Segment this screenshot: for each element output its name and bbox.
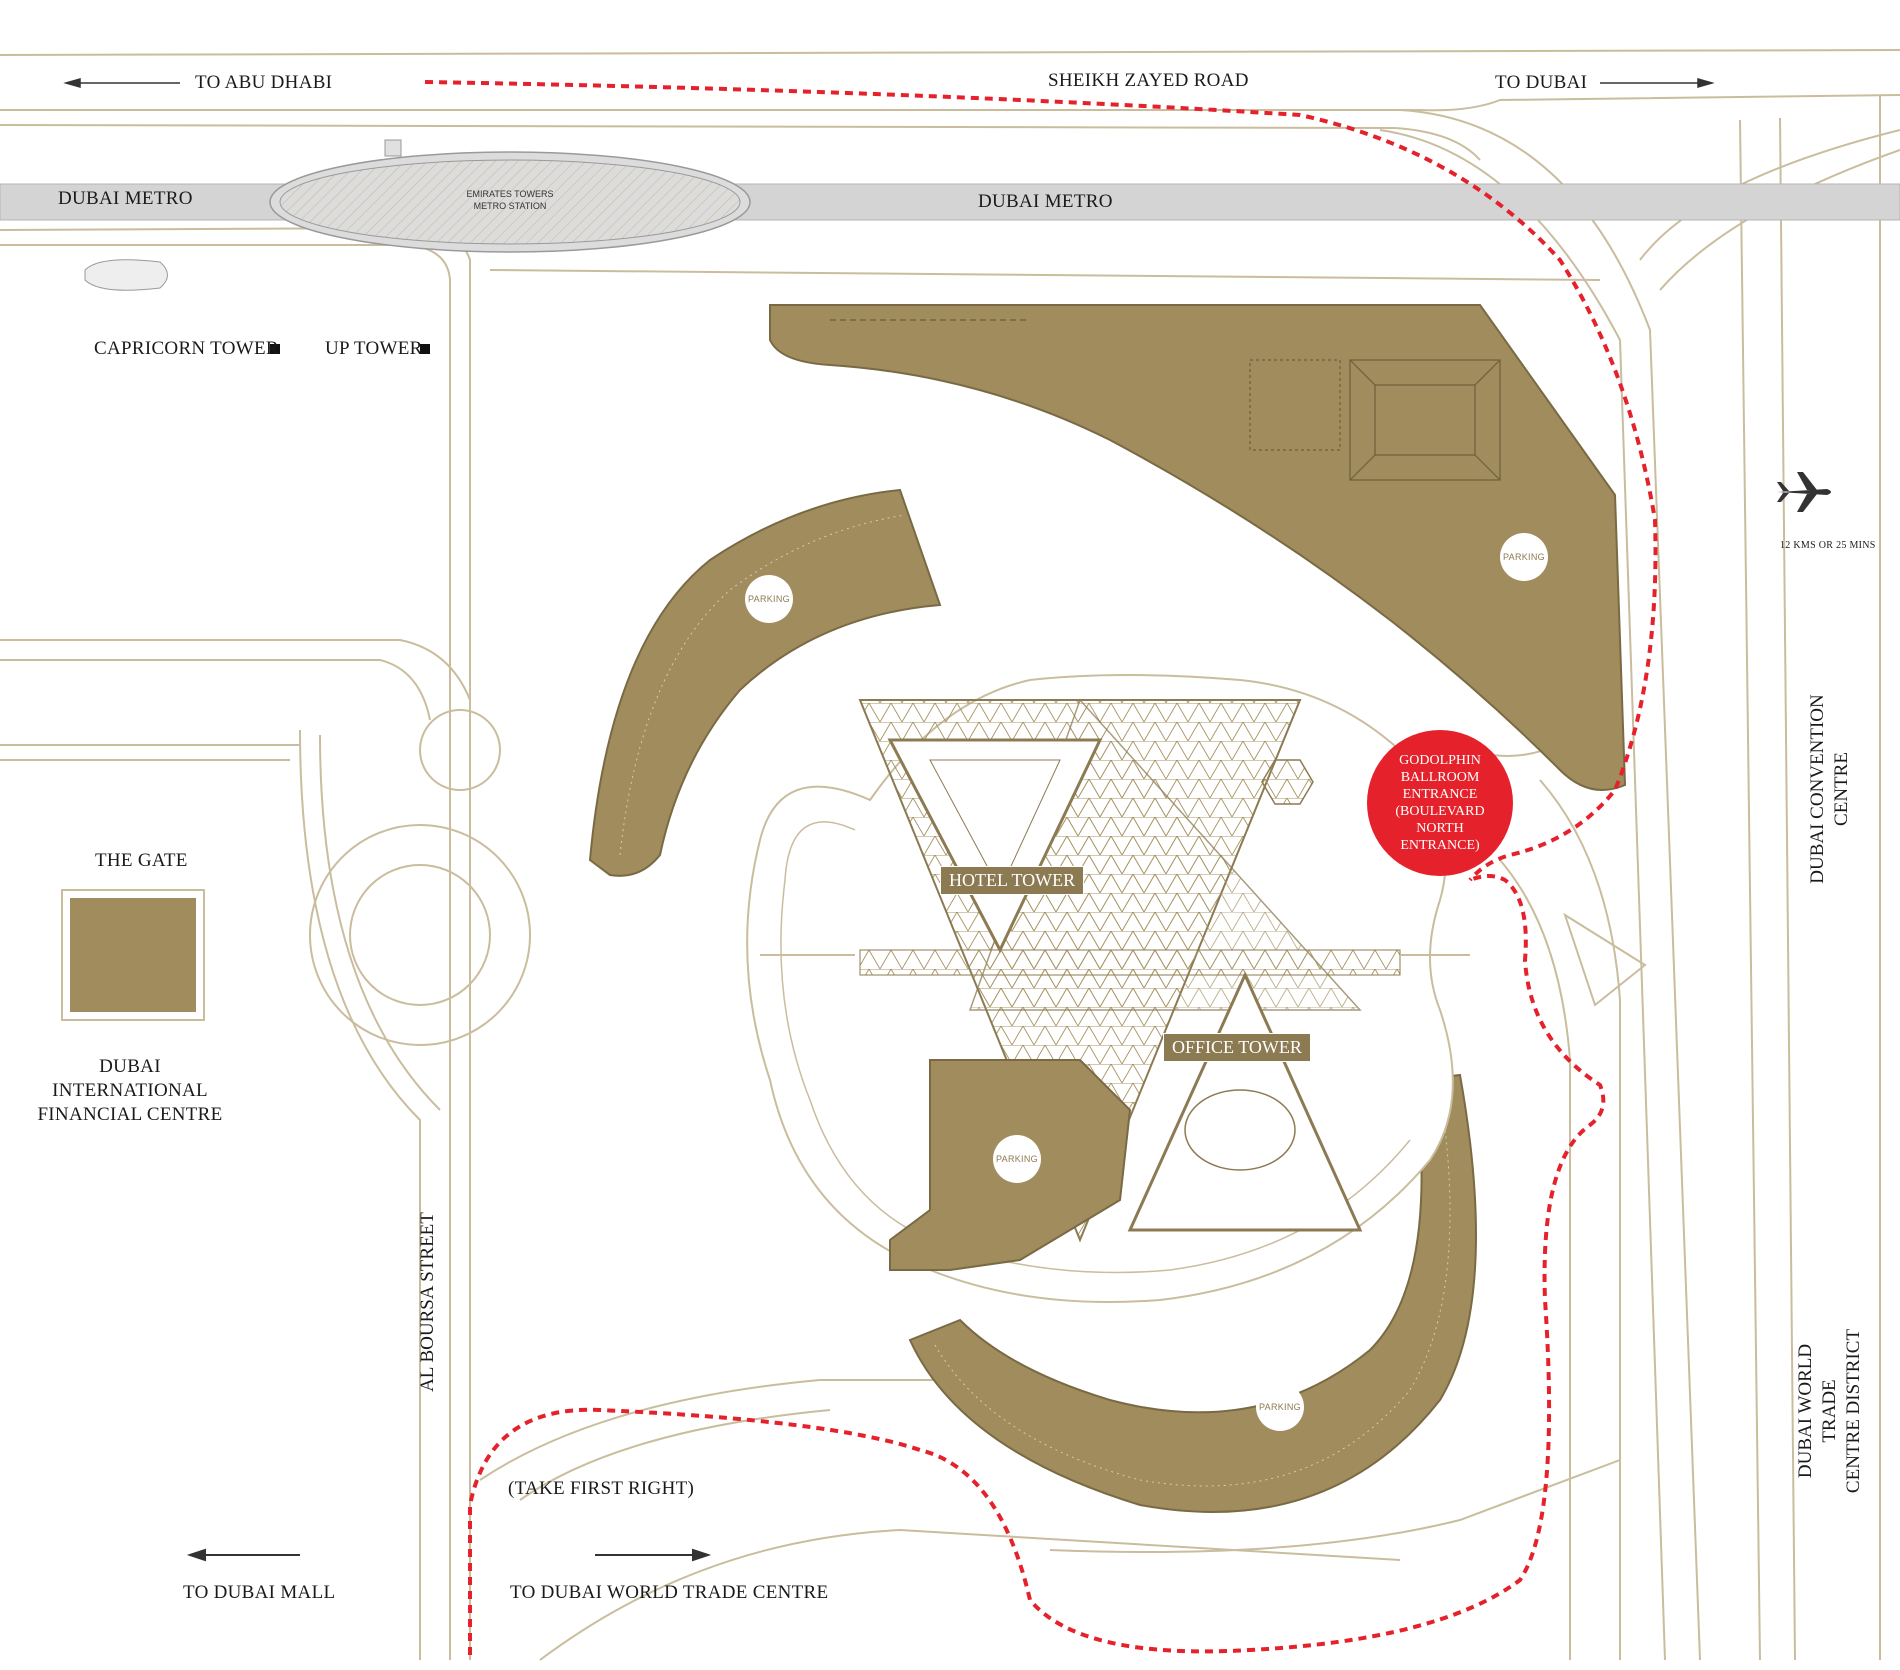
ballroom-entrance-marker: GODOLPHIN BALLROOM ENTRANCE (BOULEVARD N… xyxy=(1367,730,1513,876)
parking-marker-north: PARKING xyxy=(1500,533,1548,581)
difc-label: DUBAI INTERNATIONAL FINANCIAL CENTRE xyxy=(37,1056,223,1125)
the-gate-block xyxy=(70,898,196,1012)
to-abu-dhabi-label: TO ABU DHABI xyxy=(195,72,333,93)
approach-triangle xyxy=(1563,912,1647,1007)
ballroom-entrance-label: GODOLPHIN BALLROOM ENTRANCE (BOULEVARD N… xyxy=(1395,753,1485,853)
capricorn-tower-label: CAPRICORN TOWER xyxy=(94,338,279,359)
plaza-band xyxy=(859,949,1401,976)
dwtc-district-label: DUBAI WORLD TRADE CENTRE DISTRICT xyxy=(1795,1328,1864,1494)
airplane-icon xyxy=(1777,472,1831,512)
capricorn-building xyxy=(84,259,168,291)
to-dubai-label: TO DUBAI xyxy=(1495,72,1588,93)
arrow-to-abu-dhabi xyxy=(63,78,180,88)
arrow-to-dubai-mall xyxy=(186,1548,300,1562)
arrow-to-dwtc xyxy=(595,1548,712,1562)
al-boursa-street-label: AL BOURSA STREET xyxy=(417,1212,438,1392)
the-gate-label: THE GATE xyxy=(95,850,188,871)
arrow-to-dubai xyxy=(1600,78,1715,88)
to-dwtc-label: TO DUBAI WORLD TRADE CENTRE xyxy=(510,1582,829,1603)
airport-distance-label: 12 KMS OR 25 MINS xyxy=(1780,540,1876,551)
office-tower-label: OFFICE TOWER xyxy=(1163,1033,1311,1062)
dubai-metro-right-label: DUBAI METRO xyxy=(978,191,1113,212)
metro-station-label: EMIRATES TOWERS METRO STATION xyxy=(466,189,554,211)
up-tower-label: UP TOWER xyxy=(325,338,423,359)
sheikh-zayed-road-label: SHEIKH ZAYED ROAD xyxy=(1048,70,1249,91)
parking-marker-west: PARKING xyxy=(745,575,793,623)
site-map xyxy=(0,49,1900,1661)
to-dubai-mall-label: TO DUBAI MALL xyxy=(183,1582,336,1603)
dubai-metro-left-label: DUBAI METRO xyxy=(58,188,193,209)
parking-marker-south: PARKING xyxy=(1256,1383,1304,1431)
take-first-right-label: (TAKE FIRST RIGHT) xyxy=(508,1478,695,1499)
dubai-convention-centre-label: DUBAI CONVENTION CENTRE xyxy=(1807,694,1852,884)
roundabout xyxy=(309,709,531,1046)
hotel-tower-label: HOTEL TOWER xyxy=(940,866,1085,895)
parking-marker-central: PARKING xyxy=(993,1135,1041,1183)
